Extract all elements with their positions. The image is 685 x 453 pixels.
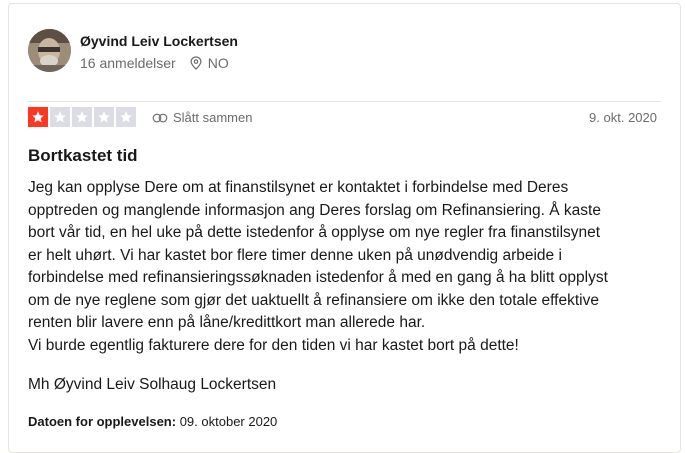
review-body: Jeg kan opplyse Dere om at finanstilsyne… xyxy=(28,179,608,354)
merged-status[interactable]: Slått sammen xyxy=(152,110,252,125)
reviews-count: 16 anmeldelser xyxy=(80,55,176,71)
divider xyxy=(28,101,661,102)
star-rating xyxy=(28,107,136,127)
star-icon xyxy=(94,107,114,127)
reviewer-meta: 16 anmeldelser NO xyxy=(80,55,229,71)
star-icon xyxy=(50,107,70,127)
reviewer-name[interactable]: Øyvind Leiv Lockertsen xyxy=(80,33,238,49)
location-pin-icon xyxy=(190,56,202,70)
review-date: 9. okt. 2020 xyxy=(589,110,657,125)
avatar-photo-icon xyxy=(28,29,71,72)
location: NO xyxy=(190,55,229,71)
star-icon xyxy=(116,107,136,127)
review-title[interactable]: Bortkastet tid xyxy=(28,146,138,166)
experience-date-label: Datoen for opplevelsen: xyxy=(28,414,177,429)
review-card: Øyvind Leiv Lockertsen 16 anmeldelser NO… xyxy=(8,3,681,453)
user-avatar[interactable] xyxy=(28,29,71,72)
merge-icon xyxy=(152,113,168,122)
review-signature: Mh Øyvind Leiv Solhaug Lockertsen xyxy=(28,376,277,393)
experience-date: Datoen for opplevelsen: 09. oktober 2020 xyxy=(28,414,277,429)
country-code: NO xyxy=(207,55,229,71)
star-icon xyxy=(72,107,92,127)
merged-label: Slått sammen xyxy=(173,110,253,125)
star-icon xyxy=(28,107,48,127)
experience-date-value: 09. oktober 2020 xyxy=(179,414,278,429)
